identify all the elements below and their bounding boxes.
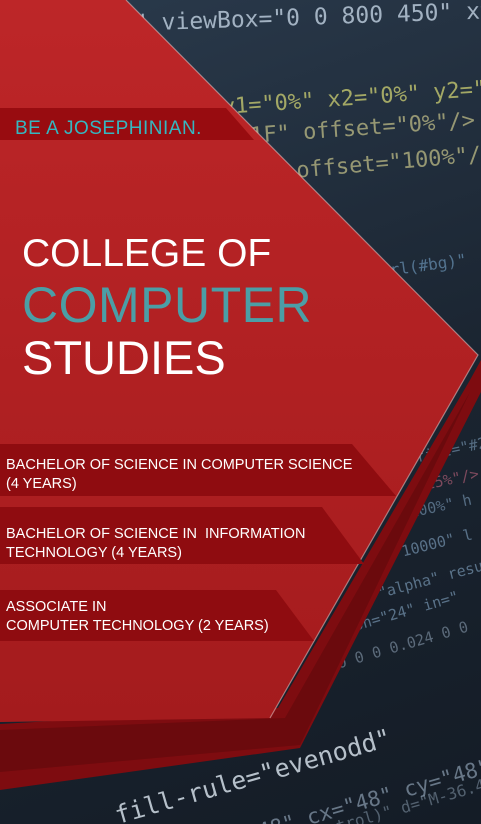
program-line: BACHELOR OF SCIENCE IN COMPUTER SCIENCE bbox=[6, 457, 353, 473]
program-item-computer-technology: ASSOCIATE IN COMPUTER TECHNOLOGY (2 YEAR… bbox=[6, 598, 269, 636]
poster: 0" viewBox="0 0 800 450" xmlns " y1="0%"… bbox=[0, 0, 481, 824]
program-item-computer-science: BACHELOR OF SCIENCE IN COMPUTER SCIENCE … bbox=[6, 456, 352, 494]
program-line: COMPUTER TECHNOLOGY (2 YEARS) bbox=[6, 618, 269, 634]
program-banners bbox=[0, 444, 396, 641]
program-line: ASSOCIATE IN bbox=[6, 599, 107, 615]
program-item-information-technology: BACHELOR OF SCIENCE IN INFORMATION TECHN… bbox=[6, 525, 305, 563]
program-line: (4 YEARS) bbox=[6, 476, 77, 492]
program-line: TECHNOLOGY (4 YEARS) bbox=[6, 545, 182, 561]
program-line: BACHELOR OF SCIENCE IN INFORMATION bbox=[6, 526, 306, 542]
